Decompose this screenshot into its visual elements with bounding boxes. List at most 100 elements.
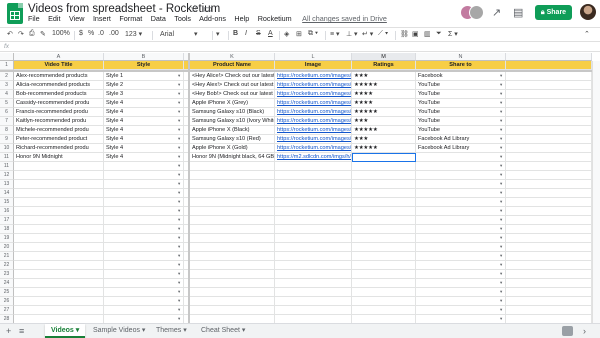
frozen-row-divider[interactable]: [0, 70, 600, 72]
cell-product-name[interactable]: [190, 315, 275, 323]
cell-image-url[interactable]: [275, 270, 352, 279]
fill-color-icon[interactable]: ◈: [284, 30, 289, 38]
decrease-decimals-button[interactable]: .0: [98, 30, 104, 37]
row-number[interactable]: 14: [0, 189, 14, 198]
dropdown-arrow-icon[interactable]: ▾: [178, 190, 180, 196]
cell-video-title[interactable]: [14, 225, 104, 234]
cell-blank[interactable]: [506, 306, 592, 315]
cell-rating[interactable]: [352, 297, 416, 306]
header-share-to[interactable]: Share to: [416, 61, 506, 70]
currency-format-button[interactable]: $: [79, 30, 83, 37]
cell-rating[interactable]: [352, 189, 416, 198]
saved-status[interactable]: All changes saved in Drive: [302, 14, 387, 23]
chevron-down-icon[interactable]: ▾: [140, 327, 146, 334]
cell-image-url[interactable]: https://rocketium.com/images/v2/5: [275, 126, 352, 135]
cell-rating[interactable]: [352, 198, 416, 207]
row-number[interactable]: 1: [0, 61, 14, 70]
cell-blank[interactable]: [506, 108, 592, 117]
cell-share-to[interactable]: [416, 270, 506, 279]
dropdown-arrow-icon[interactable]: ▾: [500, 262, 502, 268]
cell-style[interactable]: Style 4: [104, 108, 184, 117]
cell-style[interactable]: [104, 216, 184, 225]
cell-video-title[interactable]: [14, 180, 104, 189]
chevron-down-icon[interactable]: ▾: [240, 327, 246, 334]
cell-style[interactable]: [104, 297, 184, 306]
cell-image-url[interactable]: https://rocketium.com/images/v2/5: [275, 99, 352, 108]
cell-video-title[interactable]: [14, 288, 104, 297]
dropdown-arrow-icon[interactable]: ▾: [178, 316, 180, 322]
cell-style[interactable]: [104, 243, 184, 252]
font-size-select[interactable]: ▾: [216, 30, 220, 38]
cell-rating[interactable]: [352, 315, 416, 323]
row-number[interactable]: 5: [0, 99, 14, 108]
cell-image-url[interactable]: https://rocketium.com/images/v2/5: [275, 135, 352, 144]
cell-video-title[interactable]: Alicia-recommended products: [14, 81, 104, 90]
dropdown-arrow-icon[interactable]: ▾: [178, 217, 180, 223]
row-number[interactable]: 10: [0, 144, 14, 153]
cell-blank[interactable]: [506, 198, 592, 207]
dropdown-arrow-icon[interactable]: ▾: [500, 298, 502, 304]
vertical-align-icon[interactable]: ⊥ ▾: [346, 30, 358, 38]
menu-edit[interactable]: Edit: [48, 14, 60, 23]
vertical-scrollbar[interactable]: [592, 61, 600, 323]
cell-image-url[interactable]: [275, 297, 352, 306]
cell-share-to[interactable]: [416, 288, 506, 297]
cell-style[interactable]: Style 4: [104, 144, 184, 153]
dropdown-arrow-icon[interactable]: ▾: [500, 136, 502, 142]
cell-product-name[interactable]: Samsung Galaxy s10 (Ivory White): [190, 117, 275, 126]
cell-share-to[interactable]: [416, 162, 506, 171]
dropdown-arrow-icon[interactable]: ▾: [500, 91, 502, 97]
cell-video-title[interactable]: [14, 162, 104, 171]
select-all-corner[interactable]: [0, 53, 14, 61]
menu-data[interactable]: Data: [151, 14, 166, 23]
comments-icon[interactable]: ▤: [513, 6, 523, 19]
paint-format-icon[interactable]: ✎: [40, 30, 46, 38]
dropdown-arrow-icon[interactable]: ▾: [178, 109, 180, 115]
cell-video-title[interactable]: Honor 9N Midnight: [14, 153, 104, 162]
cell-image-url[interactable]: [275, 243, 352, 252]
dropdown-arrow-icon[interactable]: ▾: [500, 280, 502, 286]
cell-rating[interactable]: ★★★: [352, 135, 416, 144]
cell-product-name[interactable]: Apple iPhone X (Black): [190, 126, 275, 135]
cell-video-title[interactable]: [14, 234, 104, 243]
cell-video-title[interactable]: [14, 297, 104, 306]
header-video-title[interactable]: Video Title: [14, 61, 104, 70]
dropdown-arrow-icon[interactable]: ▾: [178, 100, 180, 106]
cell-rating[interactable]: ★★★★★: [352, 126, 416, 135]
row-number[interactable]: 12: [0, 171, 14, 180]
header-ratings[interactable]: Ratings: [352, 61, 416, 70]
cell-product-name[interactable]: <Hey Alice!> Check out our latest a: [190, 72, 275, 81]
cell-share-to[interactable]: [416, 243, 506, 252]
dropdown-arrow-icon[interactable]: ▾: [178, 244, 180, 250]
dropdown-arrow-icon[interactable]: ▾: [500, 316, 502, 322]
header-blank[interactable]: [506, 61, 592, 70]
row-number[interactable]: 19: [0, 234, 14, 243]
cell-blank[interactable]: [506, 279, 592, 288]
insert-chart-icon[interactable]: ▥: [424, 30, 431, 38]
column-header-o[interactable]: [506, 53, 592, 61]
cell-video-title[interactable]: [14, 315, 104, 323]
cell-video-title[interactable]: Michele-recommended produ: [14, 126, 104, 135]
row-number[interactable]: 21: [0, 252, 14, 261]
cell-style[interactable]: Style 4: [104, 153, 184, 162]
cell-product-name[interactable]: Samsung Galaxy s10 (Red): [190, 135, 275, 144]
menu-help[interactable]: Help: [234, 14, 249, 23]
row-number[interactable]: 27: [0, 306, 14, 315]
cell-share-to[interactable]: YouTube: [416, 81, 506, 90]
cell-image-url[interactable]: [275, 252, 352, 261]
activity-icon[interactable]: ↗: [492, 6, 501, 19]
cell-image-url[interactable]: https://rocketium.com/images/v2/5: [275, 144, 352, 153]
cell-product-name[interactable]: [190, 225, 275, 234]
menu-tools[interactable]: Tools: [174, 14, 191, 23]
cell-image-url[interactable]: [275, 279, 352, 288]
dropdown-arrow-icon[interactable]: ▾: [178, 280, 180, 286]
cell-blank[interactable]: [506, 90, 592, 99]
cell-video-title[interactable]: Kaitlyn-recommended produ: [14, 117, 104, 126]
cell-share-to[interactable]: [416, 207, 506, 216]
percent-format-button[interactable]: %: [88, 30, 94, 37]
cell-rating[interactable]: [352, 207, 416, 216]
cell-rating[interactable]: [352, 270, 416, 279]
row-number[interactable]: 11: [0, 162, 14, 171]
row-number[interactable]: 28: [0, 315, 14, 323]
cell-blank[interactable]: [506, 81, 592, 90]
